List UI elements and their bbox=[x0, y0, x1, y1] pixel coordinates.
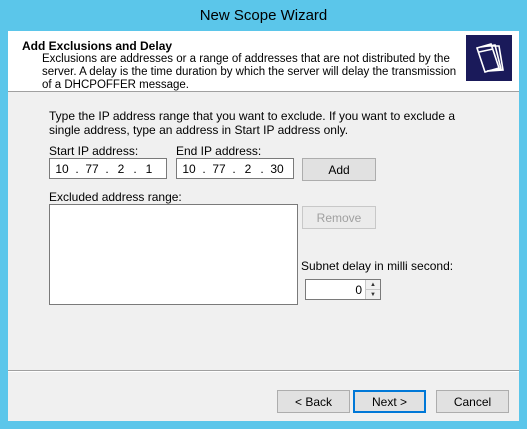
back-button[interactable]: < Back bbox=[277, 390, 350, 413]
folders-icon bbox=[466, 35, 512, 81]
excluded-range-label: Excluded address range: bbox=[49, 190, 182, 204]
footer-separator bbox=[8, 370, 519, 372]
start-ip-label: Start IP address: bbox=[49, 144, 139, 158]
end-ip-octet-1: 10 bbox=[182, 161, 196, 176]
start-ip-octet-4: 1 bbox=[145, 161, 153, 176]
start-ip-octet-1: 10 bbox=[55, 161, 69, 176]
wizard-content: Add Exclusions and Delay Exclusions are … bbox=[8, 31, 519, 421]
end-ip-input[interactable]: 10. 77. 2. 30 bbox=[176, 158, 294, 179]
instructions-text: Type the IP address range that you want … bbox=[49, 109, 456, 137]
subnet-delay-value: 0 bbox=[355, 283, 362, 297]
start-ip-octet-2: 77 bbox=[85, 161, 99, 176]
end-ip-octet-3: 2 bbox=[244, 161, 252, 176]
wizard-window: New Scope Wizard Add Exclusions and Dela… bbox=[0, 0, 527, 429]
subnet-delay-label: Subnet delay in milli second: bbox=[301, 259, 454, 273]
add-button[interactable]: Add bbox=[302, 158, 376, 181]
excluded-range-list[interactable] bbox=[49, 204, 298, 305]
window-title: New Scope Wizard bbox=[199, 7, 328, 24]
end-ip-octet-2: 77 bbox=[212, 161, 226, 176]
end-ip-octet-4: 30 bbox=[270, 161, 284, 176]
cancel-button[interactable]: Cancel bbox=[436, 390, 509, 413]
spinner-buttons: ▲ ▼ bbox=[365, 280, 380, 299]
start-ip-input[interactable]: 10. 77. 2. 1 bbox=[49, 158, 167, 179]
title-bar[interactable]: New Scope Wizard bbox=[0, 0, 527, 31]
next-button[interactable]: Next > bbox=[353, 390, 426, 413]
page-description: Exclusions are addresses or a range of a… bbox=[42, 53, 457, 91]
subnet-delay-spinner[interactable]: 0 ▲ ▼ bbox=[305, 279, 381, 300]
spinner-down-icon[interactable]: ▼ bbox=[366, 290, 380, 299]
wizard-header: Add Exclusions and Delay Exclusions are … bbox=[8, 31, 519, 92]
remove-button[interactable]: Remove bbox=[302, 206, 376, 229]
page-title: Add Exclusions and Delay bbox=[22, 39, 173, 53]
spinner-up-icon[interactable]: ▲ bbox=[366, 280, 380, 290]
end-ip-label: End IP address: bbox=[176, 144, 262, 158]
start-ip-octet-3: 2 bbox=[117, 161, 125, 176]
